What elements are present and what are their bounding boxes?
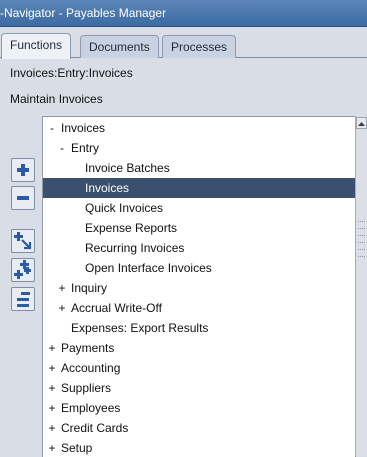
tree-node[interactable]: + Employees (43, 398, 355, 418)
tree-node-label: Invoice Batches (85, 161, 170, 175)
tree-node[interactable]: Invoice Batches (43, 158, 355, 178)
plus-icon (17, 164, 29, 176)
expand-node-icon[interactable]: + (47, 378, 57, 398)
tab-documents[interactable]: Documents (80, 35, 159, 58)
tree-node-label: Credit Cards (61, 421, 129, 435)
expand-node-icon[interactable]: + (47, 338, 57, 358)
tree-node[interactable]: - Invoices (43, 118, 355, 138)
expand-node-icon[interactable]: + (57, 298, 67, 318)
tree-node[interactable]: - Entry (43, 138, 355, 158)
expand-branch-button[interactable] (11, 229, 35, 253)
breadcrumb: Invoices:Entry:Invoices (10, 66, 133, 80)
tree-node[interactable]: Open Interface Invoices (43, 258, 355, 278)
expand-node-icon[interactable]: + (47, 398, 57, 418)
tree-node-label: Recurring Invoices (85, 241, 185, 255)
expand-node-icon[interactable]: + (47, 438, 57, 457)
tab-strip: Functions Documents Processes (0, 27, 367, 59)
scroll-up-arrow[interactable] (356, 117, 367, 129)
tree-scrollbar[interactable] (355, 116, 367, 456)
expand-node-icon[interactable]: + (47, 358, 57, 378)
expand-all-button[interactable] (11, 258, 35, 282)
scroll-grip-mark (358, 228, 365, 231)
tree-node[interactable]: Invoices (43, 178, 355, 198)
tree-node-label: Payments (61, 341, 115, 355)
scroll-grip-mark (358, 256, 365, 259)
tree-node[interactable]: + Inquiry (43, 278, 355, 298)
tree-node-label: Entry (71, 141, 100, 155)
expand-node-icon[interactable]: + (47, 418, 57, 438)
window-title: -Navigator - Payables Manager (0, 6, 167, 20)
tree-node-label: Inquiry (71, 281, 108, 295)
tab-documents-label: Documents (89, 40, 150, 54)
collapse-node-icon[interactable]: - (47, 118, 57, 138)
tree-node-label: Accrual Write-Off (71, 301, 162, 315)
tree-node-label: Employees (61, 401, 121, 415)
expand-all-icon (14, 260, 31, 279)
tree-node-label: Invoices (61, 121, 106, 135)
tree-node[interactable]: Expenses: Export Results (43, 318, 355, 338)
tree-node-label: Invoices (85, 181, 130, 195)
tree-node[interactable]: Quick Invoices (43, 198, 355, 218)
function-tree[interactable]: - Invoices - Entry Invoice Batches Invoices Qu… (42, 116, 356, 457)
tree-node[interactable]: + Setup (43, 438, 355, 457)
tree-node[interactable]: Recurring Invoices (43, 238, 355, 258)
expand-branch-icon (14, 232, 32, 250)
scroll-grip-mark (358, 235, 365, 238)
expand-button[interactable] (11, 158, 35, 182)
tree-node[interactable]: + Suppliers (43, 378, 355, 398)
function-description: Maintain Invoices (10, 92, 103, 106)
tree-node[interactable]: + Credit Cards (43, 418, 355, 438)
tree-node[interactable]: + Payments (43, 338, 355, 358)
scroll-grip-mark (358, 242, 365, 245)
collapse-node-icon[interactable]: - (57, 138, 67, 158)
tree-node-label: Suppliers (61, 381, 112, 395)
tab-functions[interactable]: Functions (1, 33, 72, 59)
tree-node-label: Open Interface Invoices (85, 261, 212, 275)
tree-node[interactable]: Expense Reports (43, 218, 355, 238)
tree-node-label: Quick Invoices (85, 201, 164, 215)
scroll-grip-mark (358, 249, 365, 252)
tab-processes-label: Processes (171, 40, 228, 54)
collapse-all-icon (17, 292, 30, 307)
minus-icon (17, 196, 29, 200)
collapse-button[interactable] (11, 186, 35, 210)
collapse-all-button[interactable] (11, 287, 35, 311)
tab-functions-label: Functions (10, 38, 63, 52)
scroll-grip-mark (358, 221, 365, 224)
tree-node-label: Setup (61, 441, 93, 455)
tab-processes[interactable]: Processes (162, 35, 237, 58)
tree-node-label: Accounting (61, 361, 121, 375)
tree-node[interactable]: + Accounting (43, 358, 355, 378)
tree-node-label: Expenses: Export Results (71, 321, 209, 335)
arrow-up-icon (358, 122, 365, 126)
window-title-bar[interactable]: -Navigator - Payables Manager (0, 0, 367, 27)
tree-node-label: Expense Reports (85, 221, 178, 235)
tree-node[interactable]: + Accrual Write-Off (43, 298, 355, 318)
expand-node-icon[interactable]: + (57, 278, 67, 298)
